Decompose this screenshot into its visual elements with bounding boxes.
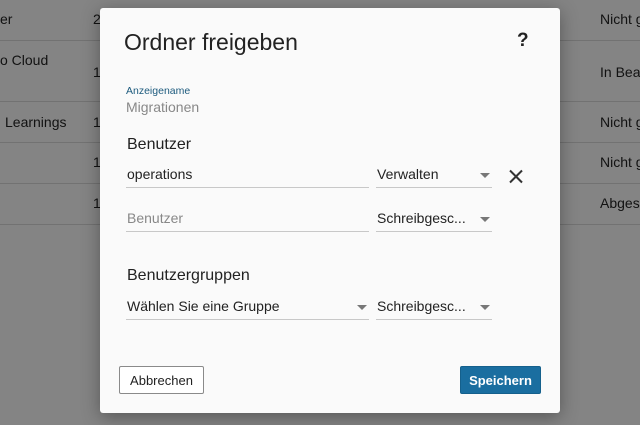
user-name-value: operations (127, 166, 193, 182)
chevron-down-icon (480, 173, 490, 178)
group-select[interactable]: Wählen Sie eine Gruppe (126, 295, 369, 320)
user-permission-select[interactable]: Verwalten (376, 163, 492, 188)
share-folder-dialog: Ordner freigeben ? Anzeigename Migration… (100, 8, 560, 413)
groups-heading: Benutzergruppen (127, 267, 250, 284)
display-name-value: Migrationen (126, 99, 200, 115)
new-user-placeholder: Benutzer (127, 210, 184, 226)
display-name-label: Anzeigename (126, 85, 191, 97)
chevron-down-icon (357, 305, 367, 310)
user-name-field[interactable]: operations (126, 163, 369, 188)
new-user-input[interactable]: Benutzer (126, 207, 369, 232)
chevron-down-icon (480, 217, 490, 222)
remove-user-icon[interactable] (509, 169, 523, 183)
user-permission-value: Verwalten (377, 166, 439, 182)
users-heading: Benutzer (127, 136, 192, 153)
chevron-down-icon (480, 305, 490, 310)
new-user-permission-value: Schreibgesc... (377, 210, 466, 226)
new-user-permission-select[interactable]: Schreibgesc... (376, 207, 492, 232)
save-button[interactable]: Speichern (460, 366, 541, 394)
dialog-title: Ordner freigeben (124, 29, 298, 55)
cancel-button[interactable]: Abbrechen (119, 366, 204, 394)
group-permission-select[interactable]: Schreibgesc... (376, 295, 492, 320)
help-icon[interactable]: ? (517, 30, 529, 52)
group-select-value: Wählen Sie eine Gruppe (127, 298, 280, 314)
group-permission-value: Schreibgesc... (377, 298, 466, 314)
